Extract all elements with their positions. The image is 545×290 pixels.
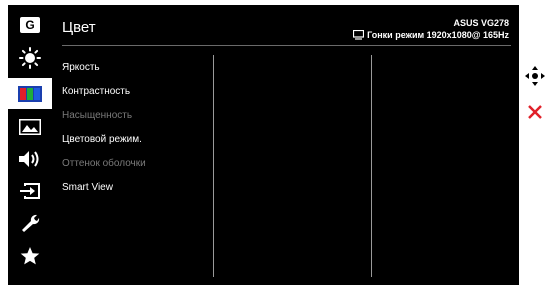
menu-item-color-mode[interactable]: Цветовой режим. <box>62 133 146 157</box>
mode-text: Гонки режим 1920x1080@ 165Hz <box>367 30 509 40</box>
menu-item-brightness[interactable]: Яркость <box>62 61 146 85</box>
sidebar: G <box>8 5 52 285</box>
model-name: ASUS VG278 <box>453 18 509 28</box>
mode-status: Гонки режим 1920x1080@ 165Hz <box>353 30 509 40</box>
menu-item-saturation: Насыщенность <box>62 110 133 121</box>
sidebar-item-settings[interactable] <box>8 207 52 238</box>
column-divider <box>213 55 214 277</box>
color-bars-icon <box>18 85 42 102</box>
wrench-icon <box>22 214 40 232</box>
header-divider <box>62 45 511 46</box>
sidebar-item-brightness[interactable] <box>8 42 52 73</box>
move-joystick-hint <box>525 66 545 86</box>
monitor-icon <box>353 30 365 40</box>
gaming-icon: G <box>20 16 40 33</box>
sound-icon <box>19 150 39 167</box>
gaming-icon-label: G <box>25 17 35 32</box>
menu-item-contrast[interactable]: Контрастность <box>62 85 146 109</box>
sidebar-item-input[interactable] <box>8 175 52 206</box>
sidebar-item-image[interactable] <box>8 111 52 142</box>
close-icon <box>528 105 542 119</box>
page-title: Цвет <box>62 19 96 36</box>
image-icon <box>19 118 41 135</box>
move-joystick-icon <box>525 66 545 86</box>
exit-hint <box>525 102 545 122</box>
menu-item-skin-tone: Оттенок оболочки <box>62 158 146 169</box>
input-select-icon <box>20 182 40 199</box>
sidebar-item-sound[interactable] <box>8 143 52 174</box>
brightness-icon <box>19 46 41 69</box>
menu-item-smart-view[interactable]: Smart View <box>62 181 146 205</box>
star-icon <box>20 246 40 264</box>
osd-menu: G Цвет ASUS VG278 Гонки режим 1920x1080@… <box>8 5 519 285</box>
sidebar-item-color[interactable] <box>8 78 52 109</box>
color-submenu: Яркость Контрастность Насыщенность Цвето… <box>62 61 146 205</box>
sidebar-item-favorites[interactable] <box>8 240 52 271</box>
column-divider <box>371 55 372 277</box>
sidebar-item-gaming[interactable]: G <box>8 9 52 40</box>
